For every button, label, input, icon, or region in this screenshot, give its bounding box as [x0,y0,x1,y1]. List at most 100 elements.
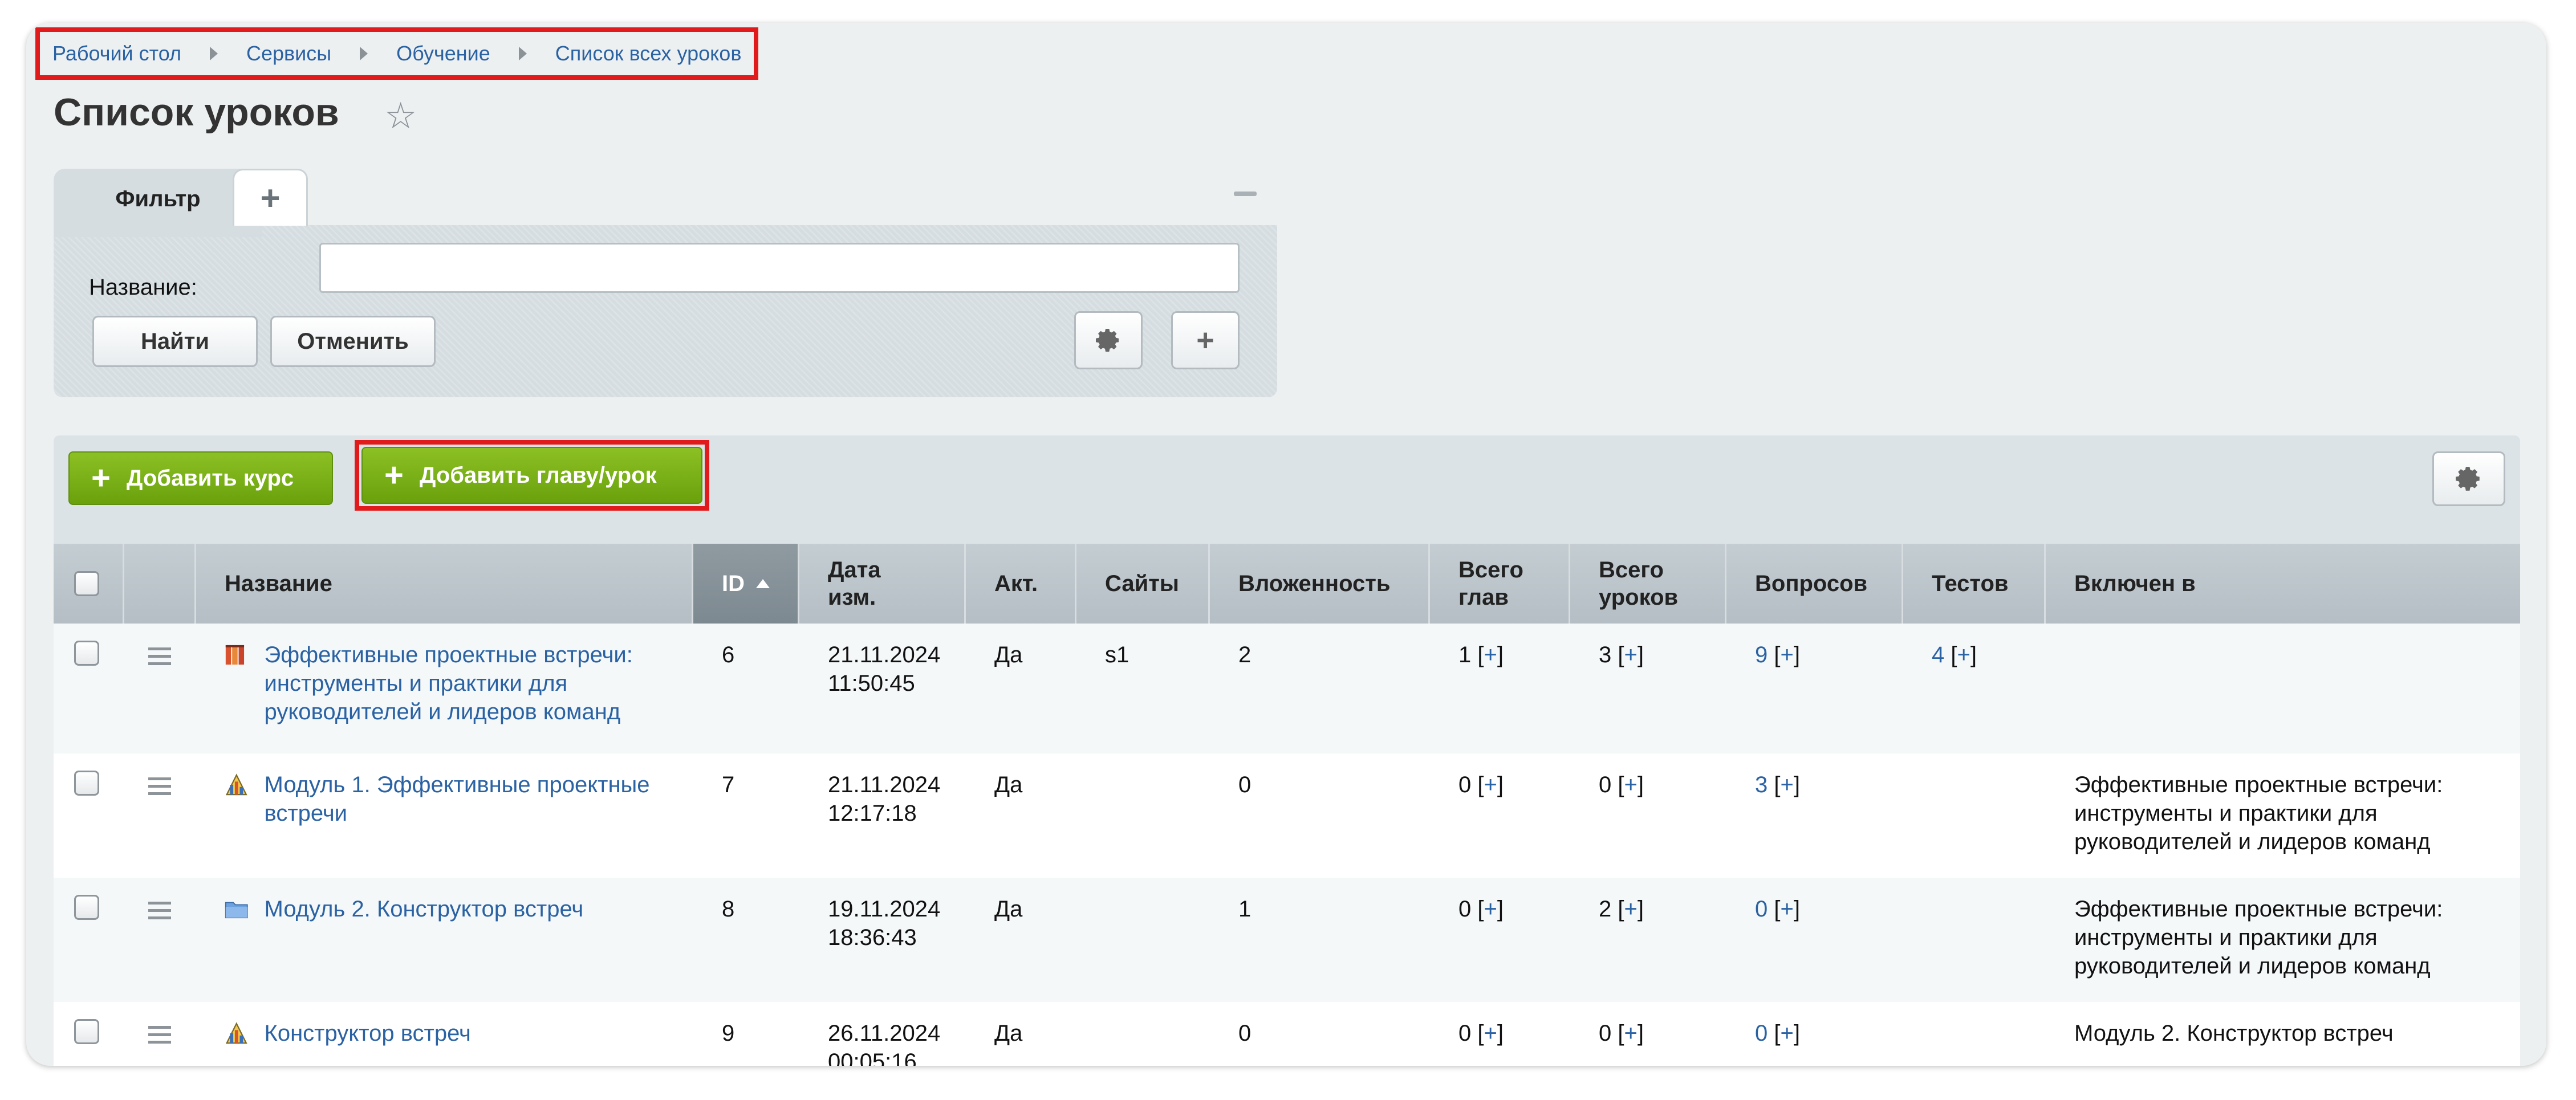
count-link: 0 [1458,1021,1472,1046]
add-link[interactable]: + [1484,1021,1497,1046]
row-select-cell [54,624,124,753]
count-link: 0 [1458,772,1472,797]
column-nesting[interactable]: Вложенность [1210,544,1430,624]
row-actions-cell [124,753,196,878]
active-cell: Да [994,897,1023,922]
select-all-cell [54,544,124,624]
grid-settings-button[interactable] [2432,451,2505,506]
time-value: 11:50:45 [828,671,915,696]
select-all-checkbox[interactable] [74,571,99,596]
add-link[interactable]: + [1484,642,1497,667]
column-chapters-label: Всего глав [1458,557,1523,610]
date-value: 21.11.2024 [828,772,941,797]
table-row[interactable]: Конструктор встреч 9 26.11.2024 00:05:16 … [54,1002,2520,1066]
date-cell: 21.11.2024 11:50:45 [799,624,966,753]
column-active[interactable]: Акт. [966,544,1076,624]
row-actions-cell [124,1002,196,1066]
tests-cell: 4 [+] [1903,624,2046,753]
chapters-cell: 0 [+] [1430,878,1570,1002]
add-filter-field-button[interactable]: + [1171,311,1240,369]
count-link: 3 [1599,642,1612,667]
page-title: Список уроков [54,91,339,134]
date-value: 21.11.2024 [828,642,941,667]
row-checkbox[interactable] [74,641,99,666]
menu-icon[interactable] [148,777,171,795]
column-sites[interactable]: Сайты [1076,544,1210,624]
breadcrumb-desktop[interactable]: Рабочий стол [52,42,181,66]
lessons-cell: 0 [+] [1570,753,1726,878]
column-tests[interactable]: Тестов [1903,544,2046,624]
menu-icon[interactable] [148,1026,171,1044]
column-name[interactable]: Название [196,544,693,624]
breadcrumb: Рабочий стол Сервисы Обучение Список все… [35,27,759,80]
lesson-name-link[interactable]: Конструктор встреч [265,1019,693,1066]
add-link[interactable]: + [1780,1021,1793,1046]
chapters-cell: 0 [+] [1430,1002,1570,1066]
add-link[interactable]: + [1624,897,1637,922]
count-link: 0 [1599,1021,1612,1046]
lesson-name-link[interactable]: Модуль 2. Конструктор встреч [265,895,693,1002]
count-cell: 0 [+] [1458,1021,1504,1046]
row-checkbox[interactable] [74,771,99,796]
breadcrumb-learning[interactable]: Обучение [396,42,490,66]
row-checkbox[interactable] [74,895,99,920]
add-course-button[interactable]: + Добавить курс [68,451,333,505]
sites-cell [1076,878,1210,1002]
column-included-in[interactable]: Включен в [2046,544,2520,624]
table-row[interactable]: Модуль 1. Эффективные проектные встречи … [54,753,2520,878]
add-link[interactable]: + [1957,642,1970,667]
add-link[interactable]: + [1484,772,1497,797]
find-button[interactable]: Найти [92,316,258,367]
column-lessons[interactable]: Всего уроков [1570,544,1726,624]
breadcrumb-services[interactable]: Сервисы [246,42,331,66]
add-link[interactable]: + [1624,772,1637,797]
date-value: 26.11.2024 [828,1021,941,1046]
id-cell: 6 [722,642,735,667]
menu-icon[interactable] [148,647,171,665]
star-icon[interactable]: ☆ [384,96,424,136]
collapse-filter-icon[interactable] [1234,192,1257,196]
add-link[interactable]: + [1780,772,1793,797]
breadcrumb-all-lessons[interactable]: Список всех уроков [555,42,742,66]
questions-cell: 3 [+] [1726,753,1903,878]
add-link[interactable]: + [1780,642,1793,667]
lesson-name-link[interactable]: Эффективные проектные встречи: инструмен… [265,641,693,753]
gear-icon [1096,329,1119,352]
count-cell: 0 [+] [1755,897,1800,922]
filter-name-input[interactable] [319,243,1240,293]
column-questions[interactable]: Вопросов [1726,544,1903,624]
questions-cell: 0 [+] [1726,878,1903,1002]
add-link[interactable]: + [1484,897,1497,922]
menu-icon[interactable] [148,902,171,919]
count-cell: 0 [+] [1458,772,1504,797]
count-link[interactable]: 0 [1755,897,1768,922]
count-link[interactable]: 9 [1755,642,1768,667]
column-id[interactable]: ID [693,544,799,624]
count-link[interactable]: 4 [1932,642,1944,667]
breadcrumb-separator-icon [360,47,368,60]
column-date[interactable]: Дата изм. [799,544,966,624]
cancel-button[interactable]: Отменить [270,316,436,367]
add-filter-tab-button[interactable]: + [233,169,308,226]
add-chapter-lesson-button[interactable]: + Добавить главу/урок [361,447,702,504]
lessons-cell: 0 [+] [1570,1002,1726,1066]
table-row[interactable]: Модуль 2. Конструктор встреч 8 19.11.202… [54,878,2520,1002]
add-link[interactable]: + [1624,1021,1637,1046]
row-checkbox[interactable] [74,1019,99,1044]
table-row[interactable]: Эффективные проектные встречи: инструмен… [54,624,2520,753]
add-link[interactable]: + [1624,642,1637,667]
lesson-name-link[interactable]: Модуль 1. Эффективные проектные встречи [265,771,693,878]
lessons-cell: 2 [+] [1570,878,1726,1002]
sites-cell [1076,1002,1210,1066]
sites-cell [1076,753,1210,878]
filter-settings-button[interactable] [1074,311,1143,369]
gear-icon [2456,467,2480,491]
count-link[interactable]: 0 [1755,1021,1768,1046]
count-link[interactable]: 3 [1755,772,1768,797]
add-link[interactable]: + [1780,897,1793,922]
tab-filter[interactable]: Фильтр [54,169,262,237]
included-in-cell [2046,624,2520,753]
count-cell: 4 [+] [1932,642,1977,667]
table-header: Название ID Дата изм. Акт. Сайты Вложенн… [54,544,2520,624]
column-chapters[interactable]: Всего глав [1430,544,1570,624]
